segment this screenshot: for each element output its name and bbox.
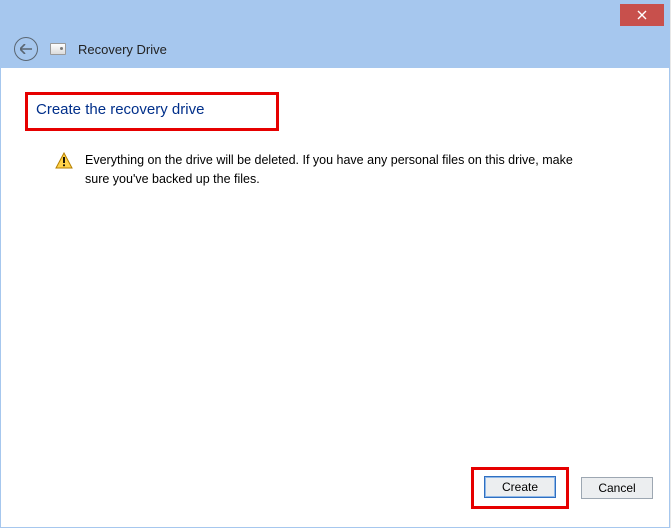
wizard-body: Create the recovery drive Everything on … xyxy=(0,68,670,528)
warning-icon xyxy=(55,152,73,170)
warning-text: Everything on the drive will be deleted.… xyxy=(85,151,595,189)
cancel-button[interactable]: Cancel xyxy=(581,477,653,499)
footer-buttons: Create Cancel xyxy=(471,467,653,509)
drive-icon xyxy=(50,43,66,55)
header-title: Recovery Drive xyxy=(78,42,167,57)
warning-row: Everything on the drive will be deleted.… xyxy=(55,151,595,189)
arrow-left-icon xyxy=(20,44,32,54)
titlebar xyxy=(0,0,670,30)
page-heading: Create the recovery drive xyxy=(36,101,268,118)
recovery-drive-wizard-window: Recovery Drive Create the recovery drive… xyxy=(0,0,671,528)
create-button[interactable]: Create xyxy=(484,476,556,498)
heading-highlight-box: Create the recovery drive xyxy=(25,92,279,131)
header-bar: Recovery Drive xyxy=(0,30,670,68)
create-highlight-box: Create xyxy=(471,467,569,509)
close-button[interactable] xyxy=(620,4,664,26)
close-icon xyxy=(637,10,647,20)
back-button[interactable] xyxy=(14,37,38,61)
